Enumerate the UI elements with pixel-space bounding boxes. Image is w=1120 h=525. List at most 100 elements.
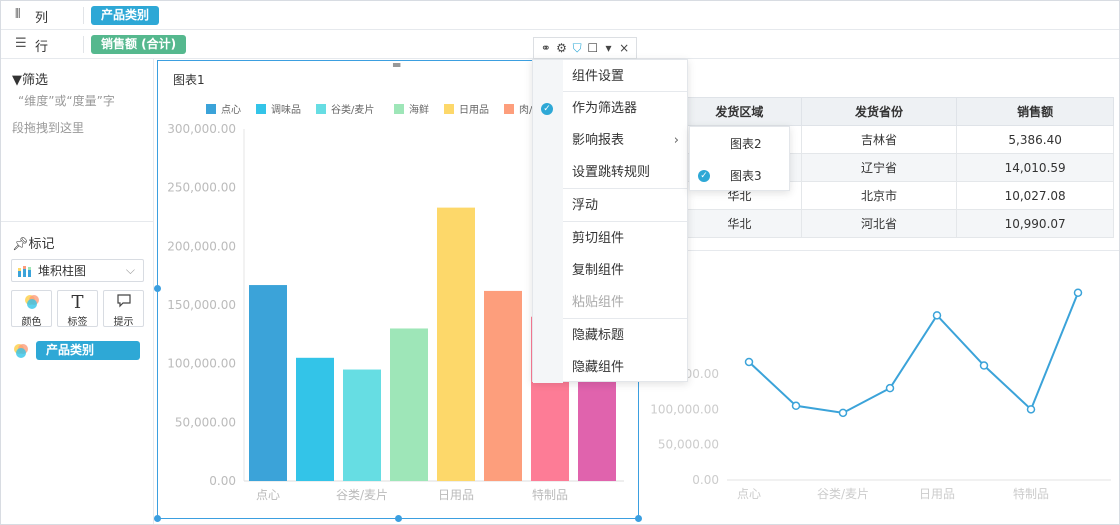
bar <box>437 207 475 481</box>
legend-item[interactable]: 海鲜 <box>394 101 429 116</box>
menu-item-label: 隐藏组件 <box>572 360 625 375</box>
table-cell: 北京市 <box>800 181 958 210</box>
app-window: ⫴ 列 产品类别 ☰ 行 销售额 (合计) ▼筛选 “维度”或“度量”字 段拖拽… <box>0 0 1120 525</box>
menu-item[interactable]: 设置跳转规则 <box>533 157 689 189</box>
filter-drop-hint[interactable]: “维度”或“度量”字 段拖拽到这里 <box>12 88 148 142</box>
y-tick-label: 300,000.00 <box>167 122 236 136</box>
filter-icon[interactable]: ⛉ <box>570 41 584 56</box>
legend-item[interactable]: 点心 <box>206 101 241 116</box>
pin-icon: 📌︎ <box>12 237 29 252</box>
table-cell: 河北省 <box>800 209 958 238</box>
table-row: 华北 河北省 10,990.07 <box>677 209 1114 238</box>
resize-handle-left[interactable] <box>154 285 161 292</box>
bar <box>484 290 522 481</box>
menu-separator <box>563 188 687 189</box>
legend-item[interactable]: 肉/ <box>504 101 532 116</box>
x-tick-label: 日用品 <box>919 487 955 501</box>
x-tick-label: 点心 <box>737 487 761 501</box>
menu-item-label: 影响报表 <box>572 133 625 148</box>
column-header[interactable]: 发货区域 <box>677 97 802 126</box>
resize-handle-bottom-left[interactable] <box>154 515 161 522</box>
gear-icon[interactable]: ⚙ <box>554 41 568 55</box>
y-tick-label: 0.00 <box>692 473 719 487</box>
menu-item-label: 隐藏标题 <box>572 328 625 343</box>
menu-item[interactable]: 隐藏组件 <box>533 352 689 384</box>
data-point <box>885 383 895 393</box>
menu-item[interactable]: 浮动 <box>533 190 689 222</box>
legend-label: 谷类/麦片 <box>331 105 375 116</box>
menu-item[interactable]: 剪切组件 <box>533 223 689 255</box>
left-panel: ▼筛选 “维度”或“度量”字 段拖拽到这里 📌︎标记 堆积柱图 ⌵ 颜色 T 标… <box>1 59 154 524</box>
menu-item-label: 作为筛选器 <box>572 101 638 116</box>
check-icon: ✓ <box>698 170 710 182</box>
y-tick-label: 0.00 <box>209 474 236 488</box>
columns-icon: ⫴ <box>15 7 21 22</box>
menu-item-label: 设置跳转规则 <box>572 165 651 180</box>
chart1-title: 图表1 <box>173 73 205 87</box>
menu-item[interactable]: 隐藏标题 <box>533 320 689 352</box>
legend-swatch <box>206 103 216 114</box>
color-legend-icon <box>12 342 30 363</box>
color-button[interactable]: 颜色 <box>11 290 52 328</box>
chart2-plot: 0.0050,000.00100,000.00150,000.00点心谷类/麦片… <box>650 288 1111 501</box>
row-field-pill[interactable]: 销售额 (合计) <box>91 35 187 54</box>
menu-item[interactable]: 组件设置 <box>533 61 689 93</box>
table-cell: 10,027.08 <box>956 181 1114 210</box>
drag-handle-icon[interactable]: ═ <box>393 58 400 72</box>
y-tick-label: 100,000.00 <box>650 402 719 416</box>
marks-panel-title: 📌︎标记 <box>12 237 55 252</box>
data-point <box>744 357 754 367</box>
submenu-item-chart3[interactable]: ✓ 图表3 <box>690 160 791 192</box>
y-tick-label: 200,000.00 <box>167 239 236 253</box>
columns-shelf: ⫴ 列 产品类别 <box>1 1 1119 30</box>
tooltip-button[interactable]: 提示 <box>103 290 144 328</box>
data-point <box>791 401 801 411</box>
resize-handle-bottom[interactable] <box>395 515 402 522</box>
legend-label: 日用品 <box>459 105 489 116</box>
legend-item[interactable]: 日用品 <box>444 101 489 116</box>
close-icon[interactable]: × <box>617 41 631 55</box>
data-point <box>979 361 989 370</box>
data-point <box>838 408 848 418</box>
columns-shelf-label: 列 <box>35 11 49 26</box>
submenu-item-chart2[interactable]: 图表2 <box>690 128 791 160</box>
menu-separator <box>563 318 687 319</box>
menu-item[interactable]: 影响报表 › <box>533 125 689 157</box>
menu-item-label: 复制组件 <box>572 263 625 278</box>
legend-item[interactable]: 谷类/麦片 <box>316 101 374 116</box>
legend-label: 点心 <box>221 105 241 116</box>
y-tick-label: 50,000.00 <box>658 438 719 452</box>
rows-icon: ☰ <box>15 36 27 51</box>
unlink-icon[interactable]: ⚭ <box>539 41 553 55</box>
context-menu: 组件设置 ✓ 作为筛选器影响报表 › 设置跳转规则浮动 剪切组件复制组件粘贴组件隐藏标题隐… <box>532 59 689 384</box>
filter-hint-line1: “维度”或“度量”字 <box>18 94 115 108</box>
label-button[interactable]: T 标签 <box>57 290 98 328</box>
chart-type-select[interactable]: 堆积柱图 ⌵ <box>11 259 144 282</box>
filter-icon: ▼ <box>12 73 22 88</box>
legend-swatch <box>256 103 266 114</box>
legend-item[interactable]: 调味品 <box>256 101 301 116</box>
tooltip-icon <box>104 293 143 313</box>
legend-swatch <box>504 103 514 114</box>
color-button-label: 颜色 <box>21 317 42 328</box>
label-button-label: 标签 <box>67 317 88 328</box>
data-point <box>1026 405 1036 414</box>
menu-item-label: 粘贴组件 <box>572 295 625 310</box>
menu-item[interactable]: 复制组件 <box>533 255 689 287</box>
column-header[interactable]: 发货省份 <box>800 97 958 126</box>
menu-item[interactable]: ✓ 作为筛选器 <box>533 93 689 125</box>
dropdown-icon[interactable]: ▾ <box>601 41 615 55</box>
column-field-pill[interactable]: 产品类别 <box>91 6 160 25</box>
color-field-pill[interactable]: 产品类别 <box>36 341 140 360</box>
submenu-item-label: 图表3 <box>730 169 762 183</box>
maximize-icon[interactable]: ☐ <box>586 41 600 55</box>
table-cell: 10,990.07 <box>956 209 1114 238</box>
menu-separator <box>563 221 687 222</box>
column-header[interactable]: 销售额 <box>956 97 1114 126</box>
chevron-right-icon: › <box>673 133 679 148</box>
legend-swatch <box>316 103 326 114</box>
x-tick-label: 谷类/麦片 <box>336 488 388 502</box>
legend-label: 海鲜 <box>409 105 429 116</box>
component-divider <box>641 250 1119 251</box>
chart-type-label: 堆积柱图 <box>38 264 87 278</box>
